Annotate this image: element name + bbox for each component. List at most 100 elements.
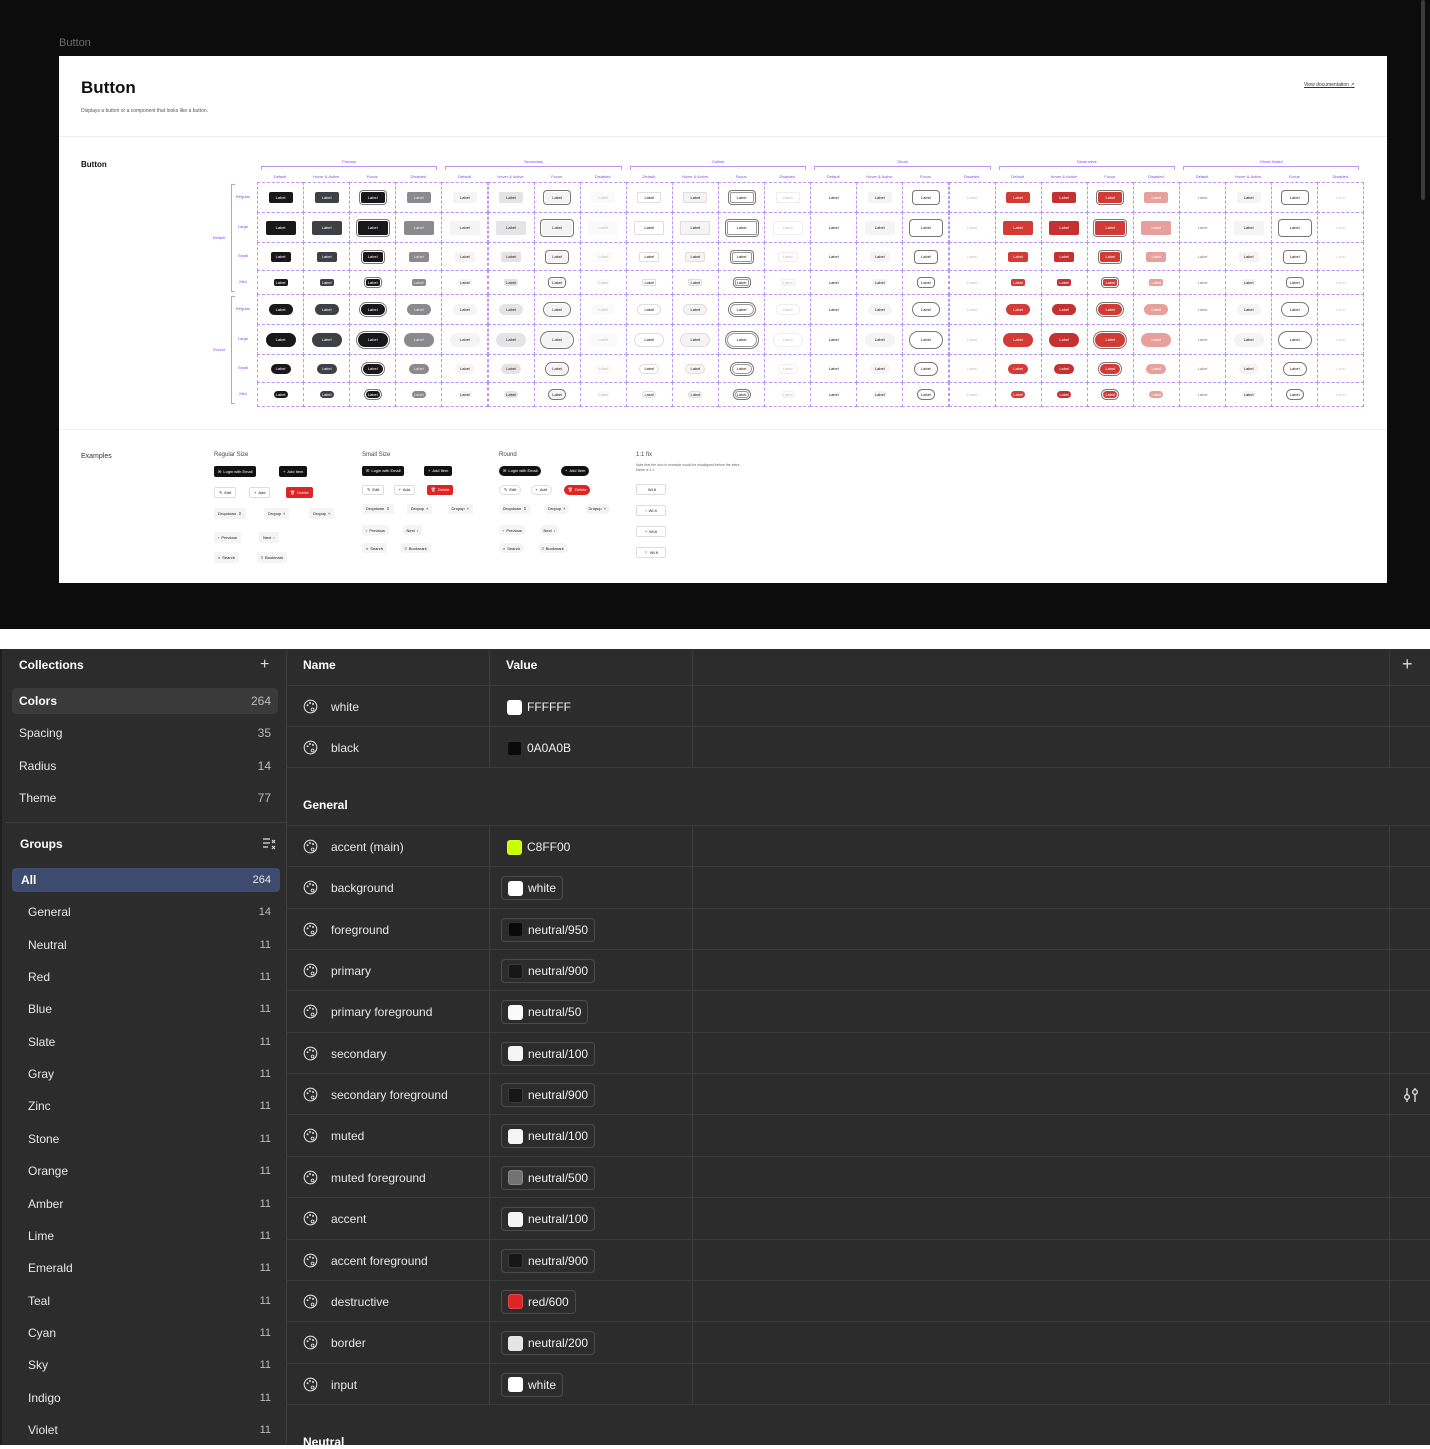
matrix-button[interactable]: Label [683, 192, 708, 203]
matrix-button[interactable]: Label [403, 220, 434, 235]
variable-name[interactable]: secondary foreground [331, 1088, 448, 1102]
matrix-button[interactable]: Label [1008, 251, 1029, 262]
variable-name[interactable]: input [331, 1378, 357, 1392]
add-item-button[interactable]: + Add Item [279, 466, 308, 477]
matrix-button[interactable]: Label [642, 391, 657, 398]
matrix-button[interactable]: Label [496, 220, 527, 235]
alias-value-chip[interactable]: neutral/900 [501, 1083, 596, 1108]
group-item[interactable]: Red 11 [12, 965, 280, 989]
group-item[interactable]: Emerald 11 [12, 1256, 280, 1280]
matrix-button[interactable]: Label [452, 304, 477, 315]
matrix-button[interactable]: Label [960, 192, 984, 203]
matrix-button[interactable]: Label [918, 391, 933, 398]
group-item[interactable]: Gray 11 [12, 1062, 280, 1086]
matrix-button[interactable]: Label [591, 192, 616, 203]
matrix-button[interactable]: Label [1329, 304, 1353, 315]
matrix-button[interactable]: Label [588, 220, 619, 235]
edit-button[interactable]: ✎ Edit [362, 484, 385, 495]
dropdown-button[interactable]: Dropdown ⇕ [499, 503, 531, 514]
matrix-button[interactable]: Label [360, 192, 385, 203]
matrix-button[interactable]: Label [1284, 363, 1305, 374]
color-value[interactable]: FFFFFF [501, 695, 577, 719]
next-button[interactable]: Next › [259, 532, 279, 543]
variable-name[interactable]: foreground [331, 923, 389, 937]
matrix-button[interactable]: Label [822, 304, 846, 315]
variable-name[interactable]: accent (main) [331, 840, 404, 854]
matrix-button[interactable]: Label [734, 391, 749, 398]
matrix-button[interactable]: Label [688, 391, 703, 398]
matrix-button[interactable]: Label [501, 363, 522, 374]
matrix-button[interactable]: Label [775, 192, 800, 203]
adjust-icon[interactable] [1402, 1086, 1420, 1104]
search-button[interactable]: ⌕ Search [362, 543, 387, 554]
canvas-scrollbar[interactable] [1421, 0, 1425, 200]
matrix-button[interactable]: Label [1284, 251, 1305, 262]
matrix-button[interactable]: Label [1057, 391, 1072, 398]
column-header-name[interactable]: Name [303, 658, 336, 672]
matrix-button[interactable]: Label [913, 304, 938, 315]
collection-item[interactable]: Radius 14 [12, 753, 278, 779]
bookmark-button[interactable]: ⌑ Bookmark [257, 552, 288, 563]
matrix-button[interactable]: Label [872, 391, 887, 398]
matrix-button[interactable]: Label [1057, 279, 1072, 286]
matrix-button[interactable]: Label [319, 391, 334, 398]
login-with-email-button[interactable]: ✉ Login with Email [214, 466, 257, 477]
bookmark-button[interactable]: ⌑ Bookmark [400, 543, 431, 554]
matrix-button[interactable]: Label [918, 279, 933, 286]
matrix-button[interactable]: Label [454, 363, 475, 374]
color-value[interactable]: C8FF00 [501, 835, 576, 859]
matrix-button[interactable]: Label [1103, 391, 1118, 398]
matrix-button[interactable]: Label [357, 220, 388, 235]
delete-button[interactable]: 🗑 Delete [286, 487, 313, 498]
alias-value-chip[interactable]: red/600 [501, 1289, 576, 1314]
matrix-button[interactable]: Label [1331, 364, 1351, 374]
matrix-button[interactable]: Label [1191, 192, 1215, 203]
next-button[interactable]: Next › [402, 525, 423, 536]
matrix-button[interactable]: Label [634, 332, 665, 347]
matrix-button[interactable]: Label [1188, 221, 1218, 235]
matrix-button[interactable]: Label [637, 304, 662, 315]
matrix-button[interactable]: Label [1191, 304, 1215, 315]
matrix-button[interactable]: Label [1146, 251, 1167, 262]
matrix-button[interactable]: Label [547, 251, 568, 262]
variable-row[interactable]: white FFFFFF [287, 685, 1430, 727]
matrix-button[interactable]: Label [1279, 332, 1310, 347]
variable-row[interactable]: primary foreground neutral/50 [287, 990, 1430, 1033]
matrix-button[interactable]: Label [780, 279, 795, 286]
matrix-button[interactable]: Label [957, 333, 987, 347]
frame-label[interactable]: Button [59, 37, 91, 49]
collection-item[interactable]: Colors 264 [12, 688, 278, 714]
matrix-button[interactable]: Label [1095, 332, 1126, 347]
group-item[interactable]: Stone 11 [12, 1127, 280, 1151]
variable-row[interactable]: muted neutral/100 [287, 1114, 1430, 1157]
matrix-button[interactable]: Label [827, 391, 841, 398]
matrix-button[interactable]: Label [1052, 192, 1077, 203]
matrix-button[interactable]: Label [1233, 332, 1264, 347]
matrix-button[interactable]: Label [362, 363, 383, 374]
matrix-button[interactable]: Label [319, 279, 334, 286]
wifi-button[interactable]: Wi-fi [636, 484, 666, 495]
matrix-button[interactable]: Label [824, 252, 844, 262]
matrix-button[interactable]: Label [1238, 363, 1259, 374]
matrix-button[interactable]: Label [311, 332, 342, 347]
matrix-button[interactable]: Label [1334, 391, 1348, 398]
matrix-button[interactable]: Label [406, 192, 431, 203]
column-header-value[interactable]: Value [506, 658, 537, 672]
variable-name[interactable]: border [331, 1336, 366, 1350]
matrix-button[interactable]: Label [457, 279, 472, 286]
variable-name[interactable]: primary [331, 964, 371, 978]
matrix-button[interactable]: Label [593, 251, 614, 262]
matrix-button[interactable]: Label [915, 363, 936, 374]
matrix-button[interactable]: Label [311, 220, 342, 235]
matrix-button[interactable]: Label [1287, 279, 1302, 286]
add-collection-icon[interactable]: + [260, 656, 269, 674]
matrix-button[interactable]: Label [772, 220, 803, 235]
variable-row[interactable]: input white [287, 1362, 1430, 1405]
matrix-button[interactable]: Label [1095, 220, 1126, 235]
matrix-button[interactable]: Label [1098, 192, 1123, 203]
matrix-button[interactable]: Label [639, 363, 660, 374]
matrix-button[interactable]: Label [1141, 220, 1172, 235]
matrix-button[interactable]: Label [639, 251, 660, 262]
matrix-button[interactable]: Label [824, 364, 844, 374]
matrix-button[interactable]: Label [915, 251, 936, 262]
